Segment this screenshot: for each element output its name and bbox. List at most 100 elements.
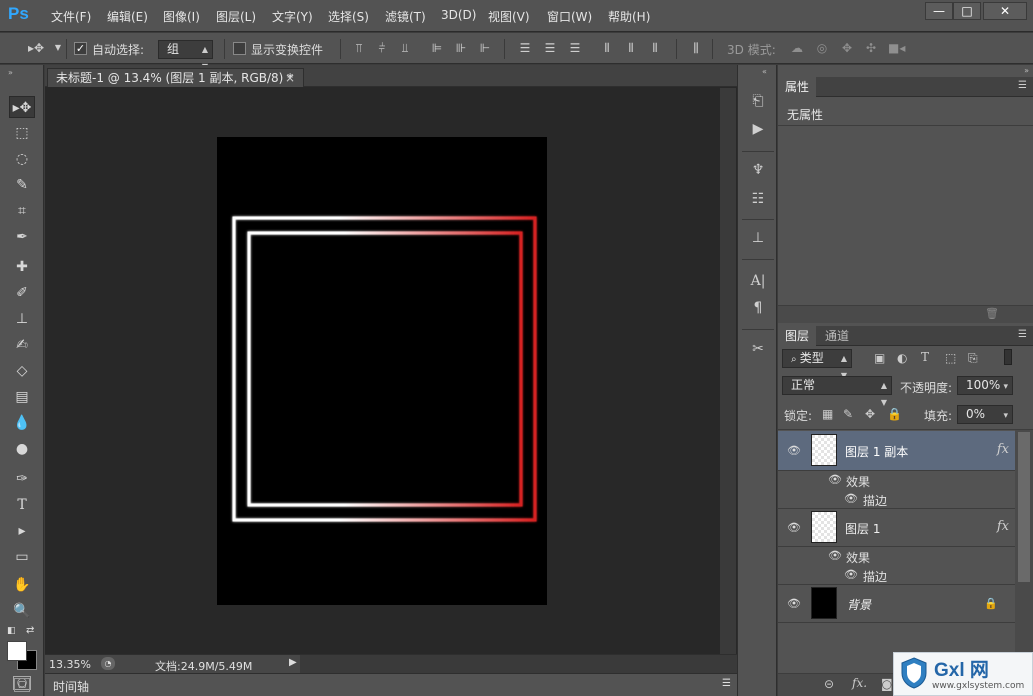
visibility-eye-icon[interactable]: 👁	[828, 550, 842, 561]
menu-file[interactable]: 文件(F)	[51, 8, 91, 25]
menu-help[interactable]: 帮助(H)	[608, 8, 650, 25]
eraser-tool-icon[interactable]: ◇	[9, 360, 35, 382]
lock-transparent-icon[interactable]: ▦	[822, 407, 833, 421]
effect-stroke-row[interactable]: 👁 描边	[778, 566, 1015, 585]
actions-panel-icon[interactable]: ▶	[747, 118, 769, 140]
shape-filter-icon[interactable]: ⬚	[945, 351, 956, 365]
status-menu-icon[interactable]: ◔	[101, 657, 115, 670]
swap-colors-icon[interactable]: ⇄	[26, 625, 34, 636]
show-transform-checkbox[interactable]	[233, 42, 246, 55]
panel-menu-icon[interactable]: ☰	[722, 678, 731, 689]
pixel-filter-icon[interactable]: ▣	[874, 351, 885, 365]
align-right-icon[interactable]: ⊩	[478, 41, 492, 55]
close-tab-icon[interactable]: ×	[285, 69, 295, 87]
visibility-eye-icon[interactable]: 👁	[844, 569, 858, 580]
status-expand-icon[interactable]: ▶	[289, 657, 297, 668]
character-panel-icon[interactable]: A|	[747, 270, 769, 292]
tab-properties[interactable]: 属性	[778, 77, 817, 97]
history-panel-icon[interactable]: ⎗	[747, 90, 769, 112]
maximize-button[interactable]: □	[953, 2, 981, 20]
align-vcenter-icon[interactable]: ⫩	[375, 41, 389, 55]
layer-name[interactable]: 图层 1	[845, 520, 880, 537]
history-brush-tool-icon[interactable]: ✍	[9, 334, 35, 356]
align-bottom-icon[interactable]: ⫫	[398, 41, 412, 55]
quick-select-tool-icon[interactable]: ✎	[9, 174, 35, 196]
align-top-icon[interactable]: ⫪	[352, 41, 366, 55]
zoom-tool-icon[interactable]: 🔍	[9, 600, 35, 622]
foreground-color-swatch[interactable]	[7, 641, 27, 661]
layer-name[interactable]: 背景	[847, 596, 871, 613]
menu-image[interactable]: 图像(I)	[163, 8, 200, 25]
move-tool-preset-icon[interactable]: ▸✥	[25, 41, 47, 55]
3d-pan-icon[interactable]: ✥	[840, 41, 854, 55]
layer-filter-dropdown[interactable]: ⌕ 类型 ▲▼	[782, 349, 852, 380]
3d-orbit-icon[interactable]: ☁	[790, 41, 804, 55]
filter-toggle-switch[interactable]	[1004, 349, 1012, 365]
opacity-field[interactable]: 100% ▾	[957, 376, 1013, 395]
collapse-icon[interactable]: »	[8, 68, 13, 77]
rectangle-tool-icon[interactable]: ▭	[9, 546, 35, 568]
tool-presets-icon[interactable]: ✂	[747, 338, 769, 360]
document-tab[interactable]: 未标题-1 @ 13.4% (图层 1 副本, RGB/8) * ×	[47, 68, 304, 87]
distribute-vcenter-icon[interactable]: ☰	[543, 41, 557, 55]
minimize-button[interactable]: —	[925, 2, 953, 20]
crop-tool-icon[interactable]: ⌗	[9, 200, 35, 222]
3d-scale-icon[interactable]: ■◂	[888, 41, 905, 55]
trash-icon[interactable]: 🗑	[985, 307, 999, 320]
layer-row[interactable]: 👁 图层 1 fx	[778, 509, 1015, 547]
brush-tool-icon[interactable]: ✐	[9, 282, 35, 304]
move-tool-icon[interactable]: ▸✥	[9, 96, 35, 118]
distribute-bottom-icon[interactable]: ☰	[568, 41, 582, 55]
pen-tool-icon[interactable]: ✑	[9, 468, 35, 490]
effect-stroke-row[interactable]: 👁 描边	[778, 490, 1015, 509]
visibility-eye-icon[interactable]: 👁	[787, 522, 801, 533]
close-button[interactable]: ✕	[983, 2, 1027, 20]
path-select-tool-icon[interactable]: ▸	[9, 520, 35, 542]
menu-3d[interactable]: 3D(D)	[441, 8, 476, 22]
layer-fx-icon[interactable]: fx	[997, 519, 1009, 534]
chevron-down-icon[interactable]: ▼	[51, 41, 65, 55]
styles-panel-icon[interactable]: ☷	[747, 188, 769, 210]
add-style-icon[interactable]: fx.	[852, 676, 867, 690]
menu-type[interactable]: 文字(Y)	[272, 8, 313, 25]
auto-align-icon[interactable]: ⫼	[689, 41, 703, 55]
distribute-left-icon[interactable]: ⦀	[600, 41, 614, 55]
tab-channels[interactable]: 通道	[818, 326, 856, 346]
blur-tool-icon[interactable]: 💧	[9, 412, 35, 434]
panel-menu-icon[interactable]: ☰	[1018, 329, 1027, 340]
document-canvas[interactable]	[217, 137, 547, 605]
dodge-tool-icon[interactable]: ●	[9, 438, 35, 460]
marquee-tool-icon[interactable]: ⬚	[9, 122, 35, 144]
panel-menu-icon[interactable]: ☰	[1018, 80, 1027, 91]
menu-view[interactable]: 视图(V)	[488, 8, 530, 25]
layer-name[interactable]: 图层 1 副本	[845, 443, 908, 460]
paragraph-panel-icon[interactable]: ¶	[747, 297, 769, 319]
auto-select-dropdown[interactable]: 组 ▲▼	[158, 40, 213, 71]
layer-row[interactable]: 👁 图层 1 副本 fx	[778, 431, 1015, 471]
menu-select[interactable]: 选择(S)	[328, 8, 369, 25]
tab-layers[interactable]: 图层	[778, 326, 817, 346]
lock-position-icon[interactable]: ✥	[865, 407, 875, 421]
align-hcenter-icon[interactable]: ⊪	[454, 41, 468, 55]
eyedropper-tool-icon[interactable]: ✒	[9, 226, 35, 248]
distribute-top-icon[interactable]: ☰	[518, 41, 532, 55]
lasso-tool-icon[interactable]: ◌	[9, 148, 35, 170]
clone-stamp-tool-icon[interactable]: ⊥	[9, 308, 35, 330]
visibility-eye-icon[interactable]: 👁	[828, 474, 842, 485]
auto-select-checkbox[interactable]: ✓	[74, 42, 87, 55]
vertical-scrollbar[interactable]	[720, 88, 736, 654]
blend-mode-dropdown[interactable]: 正常 ▲ ▼	[782, 376, 892, 407]
timeline-label[interactable]: 时间轴	[53, 678, 89, 695]
effects-row[interactable]: 👁 效果	[778, 547, 1015, 566]
distribute-hcenter-icon[interactable]: ⦀	[624, 41, 638, 55]
3d-slide-icon[interactable]: ✣	[864, 41, 878, 55]
fill-field[interactable]: 0% ▾	[957, 405, 1013, 424]
link-layers-icon[interactable]: ⊝	[824, 677, 834, 691]
visibility-eye-icon[interactable]: 👁	[787, 445, 801, 456]
lock-image-icon[interactable]: ✎	[843, 407, 853, 421]
scrollbar-thumb[interactable]	[1018, 432, 1030, 582]
layer-comps-icon[interactable]: ⊥	[747, 227, 769, 249]
default-colors-icon[interactable]: ◧	[7, 626, 16, 636]
layer-fx-icon[interactable]: fx	[997, 442, 1009, 457]
gradient-tool-icon[interactable]: ▤	[9, 386, 35, 408]
